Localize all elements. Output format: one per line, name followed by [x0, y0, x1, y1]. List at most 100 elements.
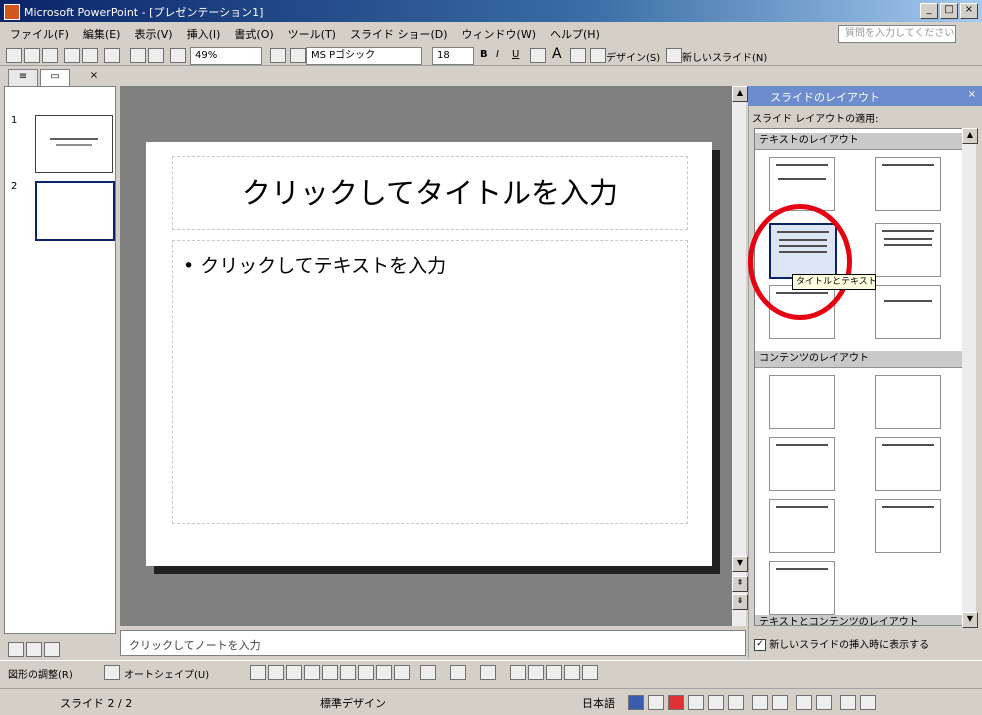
normal-view-icon[interactable]	[8, 642, 24, 657]
vertical-scrollbar[interactable]: ▲ ▼ ⇞ ⇟	[732, 86, 748, 626]
slide-thumbnail-1[interactable]	[35, 115, 113, 173]
layout-title-and-2-column-text[interactable]	[875, 223, 941, 277]
ime-dictionary-icon[interactable]	[708, 695, 724, 710]
layout-title-and-4-content[interactable]	[875, 499, 941, 553]
wordart-icon[interactable]	[340, 665, 356, 680]
new-icon[interactable]	[6, 48, 22, 63]
table-icon[interactable]	[148, 48, 164, 63]
layout-title-and-2-content[interactable]	[875, 437, 941, 491]
menu-view[interactable]: 表示(V)	[134, 26, 172, 42]
line-style-icon[interactable]	[510, 665, 526, 680]
font-name-select[interactable]: MS Pゴシック	[306, 47, 422, 65]
picture-icon[interactable]	[394, 665, 410, 680]
slides-tab[interactable]: ▭	[40, 69, 70, 87]
font-color-icon[interactable]	[480, 665, 496, 680]
layout-content[interactable]	[875, 375, 941, 429]
ask-question-input[interactable]: 質問を入力してください	[838, 25, 956, 43]
draw-menu[interactable]: 図形の調整(R)	[8, 666, 73, 681]
layout-title-content-over-content[interactable]	[769, 499, 835, 553]
close-pane-icon[interactable]: ×	[80, 69, 108, 85]
layout-blank[interactable]	[769, 375, 835, 429]
menu-format[interactable]: 書式(O)	[234, 26, 273, 42]
menu-file[interactable]: ファイル(F)	[10, 26, 69, 42]
close-button[interactable]: ×	[960, 3, 978, 19]
menu-slideshow[interactable]: スライド ショー(D)	[350, 26, 448, 42]
bullet-icon[interactable]	[570, 48, 586, 63]
select-pointer-icon[interactable]	[104, 665, 120, 680]
bold-button[interactable]: B	[480, 49, 488, 60]
textbox-icon[interactable]	[322, 665, 338, 680]
font-color-icon[interactable]	[290, 48, 306, 63]
maximize-button[interactable]: □	[940, 3, 958, 19]
line-icon[interactable]	[250, 665, 266, 680]
underline-button[interactable]: U	[512, 49, 519, 60]
3d-style-icon[interactable]	[582, 665, 598, 680]
print-icon[interactable]	[42, 48, 58, 63]
notes-pane[interactable]: クリックしてノートを入力	[120, 630, 746, 656]
layout-title-slide[interactable]	[769, 157, 835, 211]
menu-help[interactable]: ヘルプ(H)	[550, 26, 600, 42]
powerpoint-app-icon[interactable]	[4, 4, 20, 20]
shadow-icon[interactable]	[530, 48, 546, 63]
show-on-insert-option[interactable]: ✓ 新しいスライドの挿入時に表示する	[754, 636, 980, 652]
help-icon[interactable]	[270, 48, 286, 63]
new-slide-icon[interactable]	[666, 48, 682, 63]
layout-title-only[interactable]	[875, 157, 941, 211]
open-icon[interactable]	[24, 48, 40, 63]
task-pane-close-icon[interactable]: ×	[968, 89, 976, 100]
slide-thumbnail-2[interactable]	[35, 181, 115, 241]
arrow-style-icon[interactable]	[546, 665, 562, 680]
chart-icon[interactable]	[130, 48, 146, 63]
diagram-icon[interactable]	[358, 665, 374, 680]
new-slide-button[interactable]: 新しいスライド(N)	[682, 49, 767, 64]
scroll-down-icon[interactable]: ▼	[732, 556, 748, 572]
menu-window[interactable]: ウィンドウ(W)	[462, 26, 536, 42]
zoom-select[interactable]: 49%	[190, 47, 262, 65]
previous-slide-icon[interactable]: ⇞	[732, 576, 748, 592]
fill-color-icon[interactable]	[420, 665, 436, 680]
design-icon[interactable]	[590, 48, 606, 63]
ime-convert-icon[interactable]	[796, 695, 812, 710]
outline-tab[interactable]: ≡	[8, 69, 38, 87]
next-slide-icon[interactable]: ⇟	[732, 594, 748, 610]
italic-button[interactable]: I	[496, 49, 499, 60]
ime-pad-icon[interactable]	[668, 695, 684, 710]
paste-icon[interactable]	[82, 48, 98, 63]
ime-extra-icon[interactable]	[860, 695, 876, 710]
body-placeholder[interactable]: • クリックしてテキストを入力	[172, 240, 688, 524]
copy-icon[interactable]	[64, 48, 80, 63]
ime-tools-icon[interactable]	[728, 695, 744, 710]
shadow-style-icon[interactable]	[564, 665, 580, 680]
layout-title-and-4-content-alt[interactable]	[769, 561, 835, 615]
rectangle-icon[interactable]	[286, 665, 302, 680]
dash-style-icon[interactable]	[528, 665, 544, 680]
menu-edit[interactable]: 編集(E)	[83, 26, 121, 42]
font-size-select[interactable]: 18	[432, 47, 474, 65]
title-placeholder[interactable]: クリックしてタイトルを入力	[172, 156, 688, 230]
menu-tools[interactable]: ツール(T)	[288, 26, 336, 42]
slide-sorter-view-icon[interactable]	[26, 642, 42, 657]
arrow-icon[interactable]	[268, 665, 284, 680]
design-button[interactable]: デザイン(S)	[606, 49, 660, 64]
clipart-icon[interactable]	[376, 665, 392, 680]
undo-icon[interactable]	[104, 48, 120, 63]
grid-icon[interactable]	[170, 48, 186, 63]
ime-settings-icon[interactable]	[840, 695, 856, 710]
minimize-button[interactable]: _	[920, 3, 938, 19]
slideshow-view-icon[interactable]	[44, 642, 60, 657]
task-pane-scrollbar[interactable]: ▲ ▼	[962, 128, 978, 628]
layout-vertical-title-and-text[interactable]	[875, 285, 941, 339]
ime-options-icon[interactable]	[816, 695, 832, 710]
ime-kana-icon[interactable]	[688, 695, 704, 710]
ime-help-icon[interactable]	[772, 695, 788, 710]
ime-icon[interactable]	[628, 695, 644, 710]
ime-mode-icon[interactable]	[648, 695, 664, 710]
menu-insert[interactable]: 挿入(I)	[187, 26, 221, 42]
checkbox-icon[interactable]: ✓	[754, 639, 766, 651]
line-color-icon[interactable]	[450, 665, 466, 680]
ime-pen-icon[interactable]	[752, 695, 768, 710]
scroll-down-icon[interactable]: ▼	[962, 612, 978, 628]
oval-icon[interactable]	[304, 665, 320, 680]
scroll-up-icon[interactable]: ▲	[962, 128, 978, 144]
scroll-up-icon[interactable]: ▲	[732, 86, 748, 102]
